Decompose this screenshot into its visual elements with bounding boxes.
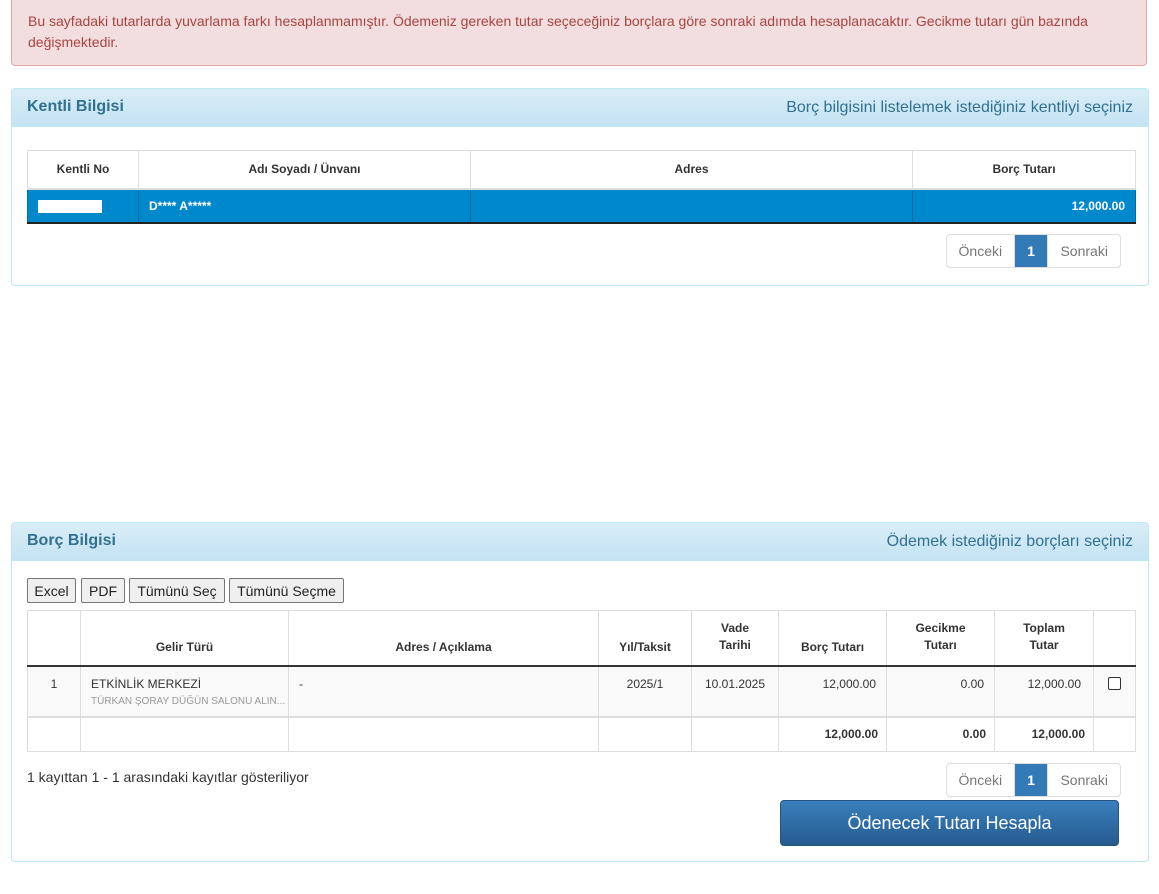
col-gecikme-tutari[interactable]: Gecikme Tutarı	[886, 610, 995, 667]
col-row-no	[27, 610, 81, 667]
calculate-payment-button[interactable]: Ödenecek Tutarı Hesapla	[780, 800, 1119, 846]
row-no-cell: 1	[27, 665, 81, 717]
select-cell	[1093, 665, 1136, 717]
redacted-block	[38, 199, 102, 213]
select-all-button[interactable]: Tümünü Seç	[129, 578, 225, 603]
kentli-pagination: Önceki 1 Sonraki	[946, 234, 1121, 268]
records-info-text: 1 kayıttan 1 - 1 arasındaki kayıtlar gös…	[27, 769, 309, 785]
kentli-table: Kentli No Adı Soyadı / Ünvanı Adres Borç…	[27, 150, 1136, 224]
debt-select-checkbox[interactable]	[1108, 676, 1121, 690]
total-gecikme-cell: 0.00	[886, 715, 995, 752]
kentli-no-cell	[27, 188, 139, 224]
kentli-panel-title: Kentli Bilgisi	[27, 98, 124, 115]
borc-prev-page-button[interactable]: Önceki	[947, 764, 1015, 796]
kentli-address-cell	[470, 188, 913, 224]
gelir-turu-subtext: TÜRKAN ŞORAY DÜĞÜN SALONU ALIN...	[91, 695, 286, 707]
kentli-prev-page-button[interactable]: Önceki	[947, 235, 1015, 267]
col-adres-aciklama[interactable]: Adres / Açıklama	[288, 610, 599, 667]
kentli-panel-hint: Borç bilgisini listelemek istediğiniz ke…	[786, 99, 1133, 116]
borc-table: Gelir Türü Adres / Açıklama Yıl/Taksit V…	[27, 610, 1136, 752]
kentli-row-selected[interactable]: D**** A***** 12,000.00	[27, 188, 1136, 224]
borc-panel: Borç Bilgisi Ödemek istediğiniz borçları…	[11, 522, 1149, 862]
kentli-name-cell: D**** A*****	[138, 188, 471, 224]
rounding-warning-alert: Bu sayfadaki tutarlarda yuvarlama farkı …	[11, 0, 1147, 66]
gelir-turu-cell: ETKİNLİK MERKEZİ TÜRKAN ŞORAY DÜĞÜN SALO…	[80, 665, 289, 717]
col-name[interactable]: Adı Soyadı / Ünvanı	[138, 150, 471, 190]
total-toplam-cell: 12,000.00	[994, 715, 1094, 752]
yil-taksit-cell: 2025/1	[598, 665, 692, 717]
gecikme-tutari-cell: 0.00	[886, 665, 995, 717]
borc-panel-hint: Ödemek istediğiniz borçları seçiniz	[886, 533, 1133, 550]
col-select	[1093, 610, 1136, 667]
col-yil-taksit[interactable]: Yıl/Taksit	[598, 610, 692, 667]
borc-panel-title: Borç Bilgisi	[27, 532, 116, 549]
col-borc-tutari[interactable]: Borç Tutarı	[778, 610, 887, 667]
vade-tarihi-cell: 10.01.2025	[691, 665, 779, 717]
alert-text: Bu sayfadaki tutarlarda yuvarlama farkı …	[28, 13, 1088, 50]
excel-export-button[interactable]: Excel	[27, 578, 76, 603]
kentli-panel: Kentli Bilgisi Borç bilgisini listelemek…	[11, 88, 1149, 286]
col-kentli-no[interactable]: Kentli No	[27, 150, 139, 190]
col-debt-amount[interactable]: Borç Tutarı	[912, 150, 1136, 190]
borc-pagination: Önceki 1 Sonraki	[946, 763, 1121, 797]
borc-current-page-button[interactable]: 1	[1014, 764, 1048, 796]
borc-tutari-cell: 12,000.00	[778, 665, 887, 717]
deselect-all-button[interactable]: Tümünü Seçme	[229, 578, 344, 603]
col-vade-tarihi[interactable]: Vade Tarihi	[691, 610, 779, 667]
col-address[interactable]: Adres	[470, 150, 913, 190]
col-toplam-tutar[interactable]: Toplam Tutar	[994, 610, 1094, 667]
total-borc-cell: 12,000.00	[778, 715, 887, 752]
borc-next-page-button[interactable]: Sonraki	[1047, 764, 1120, 796]
borc-panel-heading: Borç Bilgisi Ödemek istediğiniz borçları…	[12, 523, 1148, 561]
kentli-next-page-button[interactable]: Sonraki	[1047, 235, 1120, 267]
kentli-amount-cell: 12,000.00	[912, 188, 1136, 224]
kentli-current-page-button[interactable]: 1	[1014, 235, 1048, 267]
kentli-panel-heading: Kentli Bilgisi Borç bilgisini listelemek…	[12, 89, 1148, 127]
col-gelir-turu[interactable]: Gelir Türü	[80, 610, 289, 667]
gelir-turu-text: ETKİNLİK MERKEZİ	[91, 676, 202, 691]
totals-row: 12,000.00 0.00 12,000.00	[27, 715, 1136, 752]
adres-cell: -	[288, 665, 599, 717]
table-row[interactable]: 1 ETKİNLİK MERKEZİ TÜRKAN ŞORAY DÜĞÜN SA…	[27, 665, 1136, 717]
toplam-tutar-cell: 12,000.00	[994, 665, 1094, 717]
pdf-export-button[interactable]: PDF	[81, 578, 125, 603]
